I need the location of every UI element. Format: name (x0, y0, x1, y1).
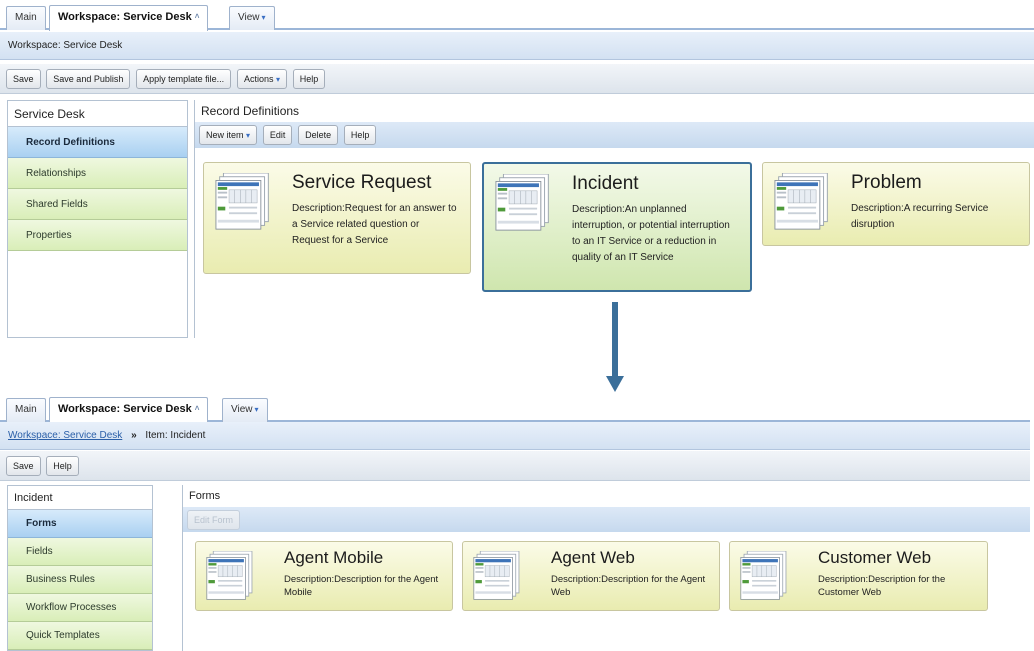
card-description: Description:An unplanned interruption, o… (572, 204, 730, 263)
card-title: Agent Web (551, 548, 635, 567)
breadcrumb-workspace-link[interactable]: Workspace: Service Desk (8, 430, 122, 441)
sidebar: Incident Forms Fields Business Rules Wor… (7, 485, 153, 651)
sidebar-item-shared-fields[interactable]: Shared Fields (8, 189, 187, 220)
form-card-customer-web[interactable]: Customer Web Description:Description for… (729, 541, 988, 611)
sidebar-item-forms[interactable]: Forms (8, 510, 152, 538)
card-description: Description:Request for an answer to a S… (292, 203, 457, 246)
save-button[interactable]: Save (6, 456, 41, 476)
tab-main[interactable]: Main (6, 398, 46, 422)
chevron-down-icon: ▾ (254, 405, 259, 414)
tab-label: View (238, 12, 260, 23)
close-icon[interactable]: ˄ (195, 12, 200, 21)
tab-label: Workspace: Service Desk (58, 403, 192, 415)
delete-button[interactable]: Delete (298, 125, 339, 145)
new-item-button[interactable]: New item ▾ (199, 125, 258, 145)
form-thumbnail-icon (740, 551, 787, 600)
tab-workspace-service-desk[interactable]: Workspace: Service Desk ˄ (49, 397, 209, 423)
sidebar-header: Incident (8, 486, 152, 510)
main-toolbar: Save Save and Publish Apply template fil… (0, 64, 1034, 94)
close-icon[interactable]: ˄ (195, 404, 200, 413)
chevron-down-icon: ▾ (276, 75, 281, 84)
sidebar-item-quick-templates[interactable]: Quick Templates (8, 622, 152, 650)
page-title: Workspace: Service Desk (0, 32, 1034, 60)
sidebar: Service Desk Record Definitions Relation… (7, 100, 188, 338)
tab-label: View (231, 404, 253, 415)
help-button[interactable]: Help (46, 456, 79, 476)
page-title-text: Workspace: Service Desk (8, 40, 123, 51)
tab-bar: Main Workspace: Service Desk ˄ View ▾ (0, 392, 1030, 423)
tab-label: Main (15, 404, 37, 415)
tab-view[interactable]: View ▾ (229, 6, 275, 30)
chevron-down-icon: ▾ (261, 13, 266, 22)
down-arrow-icon (606, 302, 624, 392)
form-thumbnail-icon (774, 173, 828, 230)
chevron-down-icon: ▾ (246, 131, 251, 140)
card-description: Description:Description for the Customer… (818, 574, 946, 598)
sidebar-header: Service Desk (8, 101, 187, 127)
tab-view[interactable]: View ▾ (222, 398, 268, 422)
card-description: Description:Description for the Agent Mo… (284, 574, 439, 598)
edit-form-button[interactable]: Edit Form (187, 510, 241, 530)
section-title: Record Definitions (201, 104, 300, 118)
actions-button[interactable]: Actions ▾ (236, 69, 288, 89)
tab-label: Workspace: Service Desk (58, 11, 192, 23)
breadcrumb-separator: » (131, 430, 137, 441)
form-thumbnail-icon (206, 551, 253, 600)
form-card-agent-mobile[interactable]: Agent Mobile Description:Description for… (195, 541, 453, 611)
card-description: Description:A recurring Service disrupti… (851, 203, 989, 230)
new-item-label: New item (206, 130, 244, 140)
sidebar-item-fields[interactable]: Fields (8, 538, 152, 566)
card-description: Description:Description for the Agent We… (551, 574, 706, 598)
tab-main[interactable]: Main (6, 6, 46, 30)
section-title: Forms (189, 490, 221, 502)
apply-template-button[interactable]: Apply template file... (136, 69, 232, 89)
card-title: Problem (851, 172, 922, 193)
sidebar-item-workflow-processes[interactable]: Workflow Processes (8, 594, 152, 622)
sidebar-item-record-definitions[interactable]: Record Definitions (8, 127, 187, 158)
card-title: Incident (572, 173, 639, 194)
sidebar-item-business-rules[interactable]: Business Rules (8, 566, 152, 594)
record-card-service-request[interactable]: Service Request Description:Request for … (203, 162, 471, 274)
edit-button[interactable]: Edit (262, 125, 293, 145)
tab-label: Main (15, 12, 37, 23)
form-card-agent-web[interactable]: Agent Web Description:Description for th… (462, 541, 720, 611)
record-card-problem[interactable]: Problem Description:A recurring Service … (762, 162, 1030, 246)
tab-workspace-service-desk[interactable]: Workspace: Service Desk ˄ (49, 5, 209, 31)
workspace-screen-before: Main Workspace: Service Desk ˄ View ▾ Work… (0, 0, 1034, 338)
card-title: Agent Mobile (284, 548, 384, 567)
tab-bar: Main Workspace: Service Desk ˄ View ▾ (0, 0, 1034, 31)
breadcrumb-current: Item: Incident (145, 430, 206, 441)
form-thumbnail-icon (473, 551, 520, 600)
sidebar-item-relationships[interactable]: Relationships (8, 158, 187, 189)
card-title: Customer Web (818, 548, 932, 567)
form-thumbnail-icon (215, 173, 269, 230)
main-toolbar: Save Help (0, 451, 1030, 481)
save-button[interactable]: Save (6, 69, 41, 89)
actions-label: Actions (243, 74, 274, 84)
sidebar-item-properties[interactable]: Properties (8, 220, 187, 251)
form-thumbnail-icon (495, 174, 549, 231)
content-toolbar: New item ▾ Edit Delete Help (195, 122, 1034, 148)
content-toolbar: Edit Form (183, 507, 1030, 532)
help-button[interactable]: Help (292, 69, 326, 89)
record-card-incident[interactable]: Incident Description:An unplanned interr… (482, 162, 752, 292)
card-title: Service Request (292, 172, 432, 193)
item-screen-after: Main Workspace: Service Desk ˄ View ▾ Work… (0, 392, 1030, 651)
help-button[interactable]: Help (343, 125, 377, 145)
save-and-publish-button[interactable]: Save and Publish (46, 69, 131, 89)
breadcrumb: Workspace: Service Desk » Item: Incident (0, 422, 1030, 450)
